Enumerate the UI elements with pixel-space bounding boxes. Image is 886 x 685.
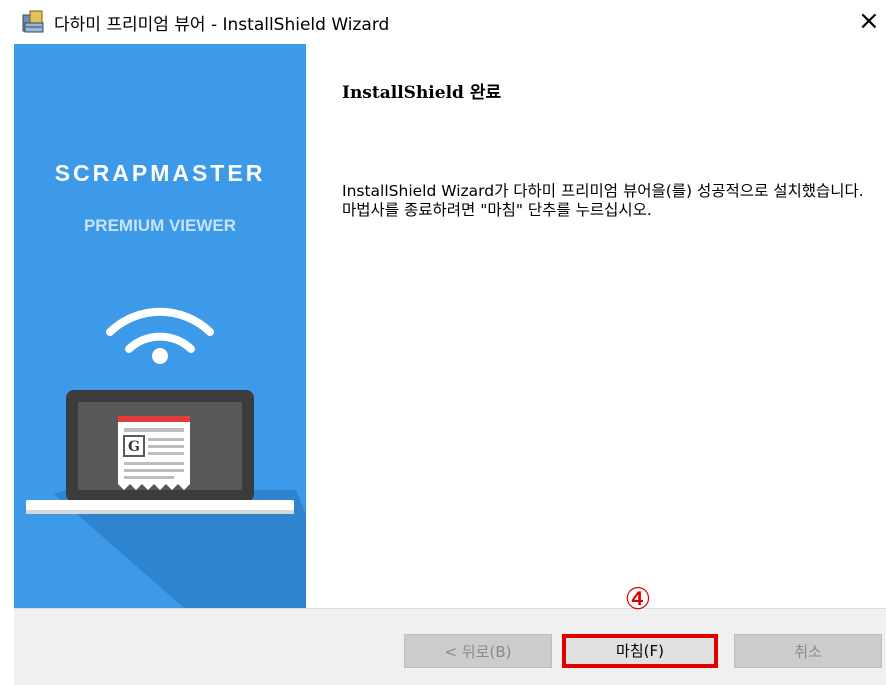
newspaper-icon: G <box>118 416 190 490</box>
back-button[interactable]: < 뒤로(B) <box>404 634 552 668</box>
step-marker: ④ <box>624 582 652 617</box>
banner-artwork: G <box>26 307 306 608</box>
installer-icon <box>22 10 44 33</box>
brand-logo: SCRAPMASTER <box>54 160 266 186</box>
wifi-icon <box>106 307 214 353</box>
svg-text:G: G <box>128 439 140 455</box>
close-icon[interactable]: × <box>858 6 880 36</box>
brand-subtitle: PREMIUM VIEWER <box>83 216 237 235</box>
content-area <box>306 44 886 608</box>
side-banner: G SCRAPMASTER PREMIUM VIEWER <box>14 44 306 608</box>
window-title: 다하미 프리미엄 뷰어 - InstallShield Wizard <box>54 15 390 35</box>
wifi-dot <box>152 348 168 364</box>
title-bar: 다하미 프리미엄 뷰어 - InstallShield Wizard × <box>0 0 886 44</box>
completion-message: InstallShield Wizard가 다하미 프리미엄 뷰어을(를) 성공… <box>342 182 864 219</box>
page-title: InstallShield 완료 <box>342 83 502 103</box>
cancel-button[interactable]: 취소 <box>734 634 882 668</box>
finish-button[interactable]: 마침(F) <box>562 634 718 668</box>
